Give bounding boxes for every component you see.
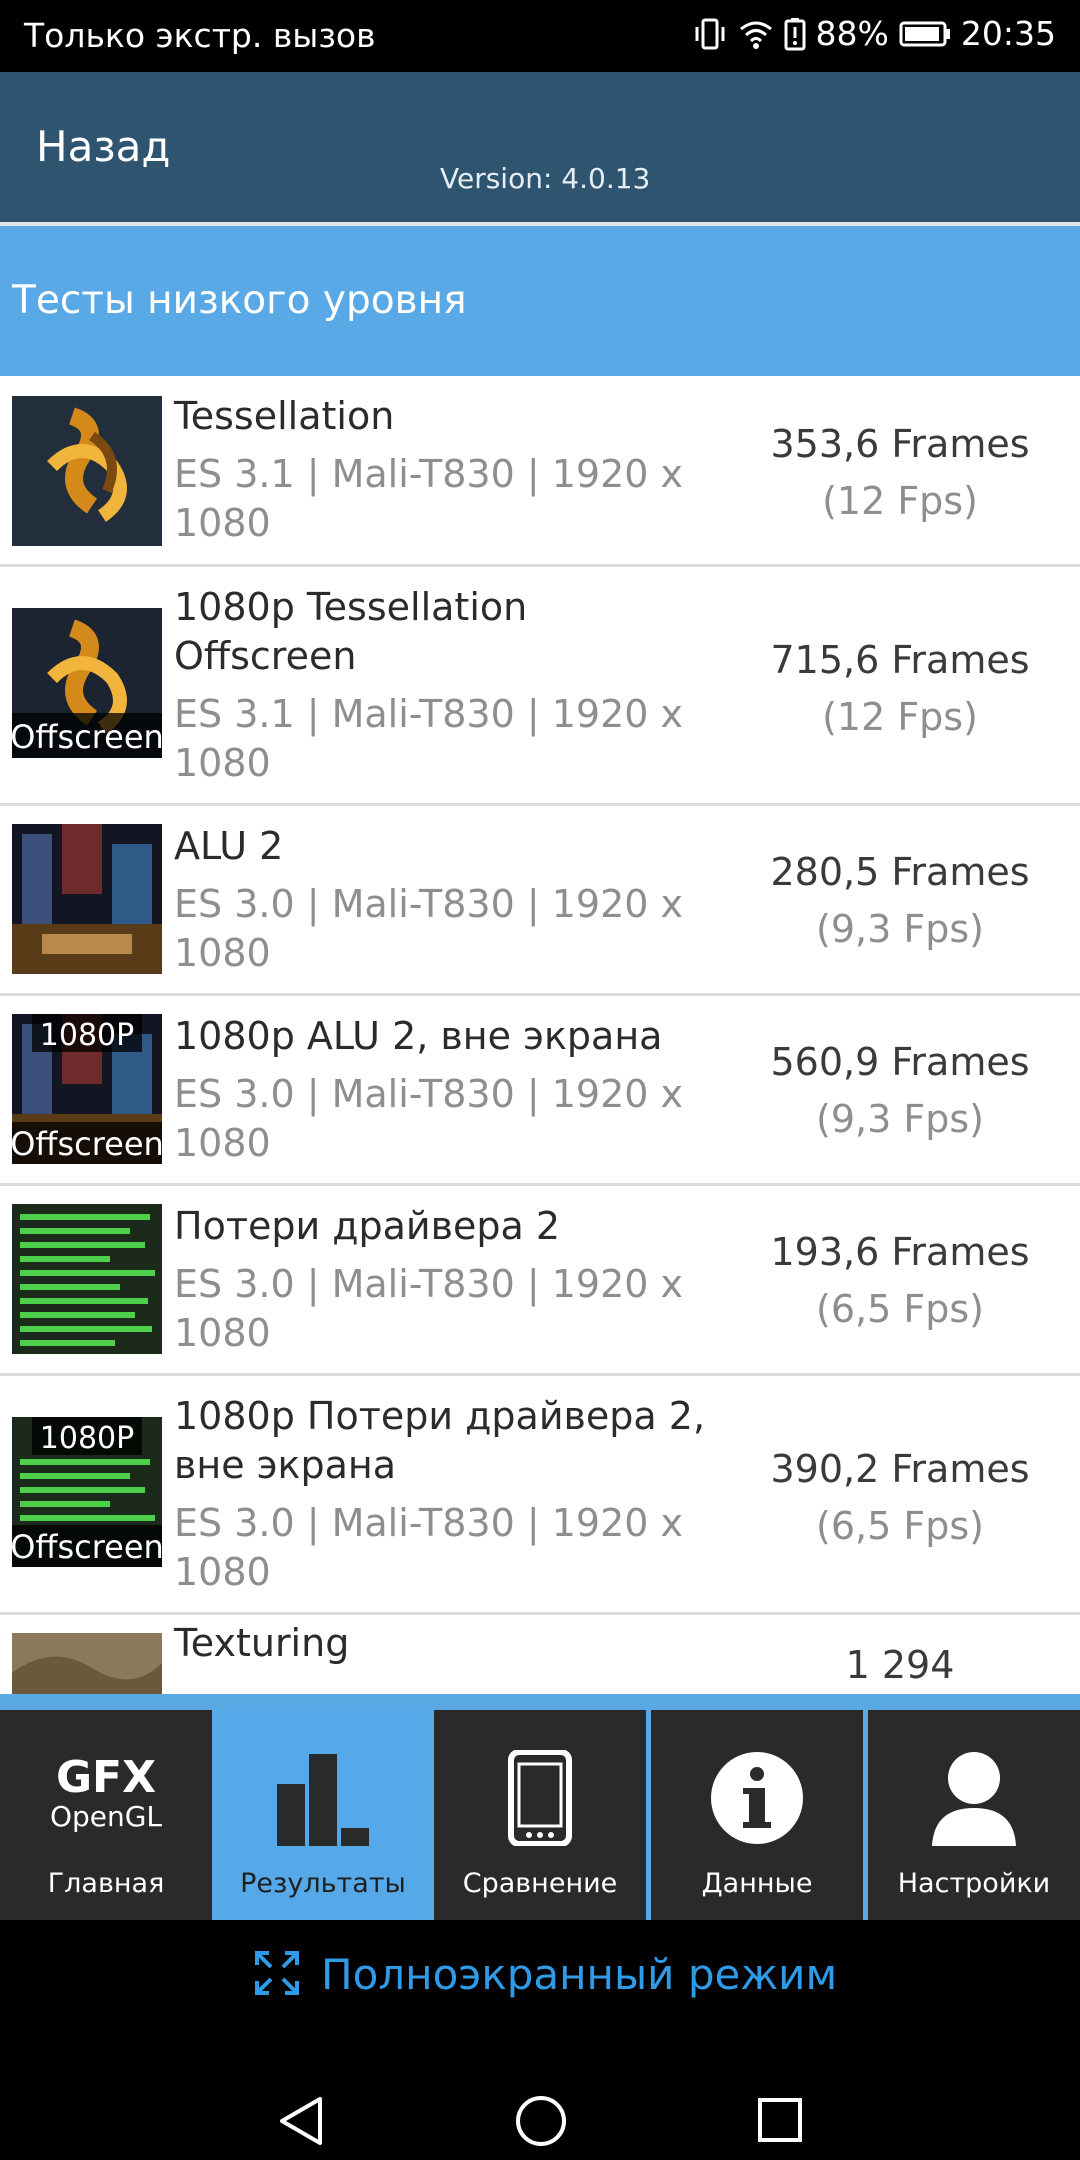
test-title: 1080p Потери драйвера 2, вне экрана bbox=[174, 1394, 706, 1487]
test-score: 715,6 Frames (12 Fps) bbox=[720, 632, 1080, 746]
test-score: 193,6 Frames (6,5 Fps) bbox=[720, 1224, 1080, 1338]
test-subtitle: ES 3.1 | Mali-T830 | 1920 x 1080 bbox=[174, 452, 683, 545]
test-title: Потери драйвера 2 bbox=[174, 1204, 561, 1248]
nav-label: Данные bbox=[701, 1868, 813, 1899]
test-score: 353,6 Frames (12 Fps) bbox=[720, 416, 1080, 530]
frames-value: 193,6 Frames bbox=[770, 1230, 1030, 1274]
fullscreen-bar: Полноэкранный режим bbox=[0, 1920, 1080, 2160]
bottom-nav: GFX OpenGL Главная Результаты Сравнение bbox=[0, 1694, 1080, 1920]
test-score: 560,9 Frames (9,3 Fps) bbox=[720, 1034, 1080, 1148]
test-subtitle: ES 3.0 | Mali-T830 | 1920 x 1080 bbox=[174, 1262, 683, 1355]
frames-value: 390,2 Frames bbox=[770, 1447, 1030, 1491]
frames-value: 560,9 Frames bbox=[770, 1040, 1030, 1084]
texturing-thumb bbox=[12, 1633, 162, 1694]
svg-text:GFX: GFX bbox=[56, 1752, 156, 1803]
wifi-icon bbox=[738, 17, 774, 51]
nav-results[interactable]: Результаты bbox=[217, 1710, 429, 1920]
test-subtitle: ES 3.1 | Mali-T830 | 1920 x 1080 bbox=[174, 692, 683, 785]
test-score: 280,5 Frames (9,3 Fps) bbox=[720, 844, 1080, 958]
fullscreen-icon bbox=[255, 1950, 299, 1999]
app-header: Назад Version: 4.0.13 bbox=[0, 72, 1080, 222]
thumb-badge: Offscreen bbox=[12, 1528, 162, 1566]
section-title: Тесты низкого уровня bbox=[12, 278, 467, 323]
alu2-thumb bbox=[12, 824, 162, 974]
list-item[interactable]: Texturing 1 294 bbox=[0, 1615, 1080, 1694]
user-icon bbox=[868, 1750, 1080, 1846]
results-list[interactable]: Tessellation ES 3.1 | Mali-T830 | 1920 x… bbox=[0, 376, 1080, 1694]
frames-value: 1 294 bbox=[845, 1643, 955, 1687]
nav-label: Настройки bbox=[897, 1868, 1051, 1899]
thumb-badge-top: 1080P bbox=[40, 1018, 134, 1053]
fps-value: (6,5 Fps) bbox=[816, 1287, 984, 1331]
recents-square-icon[interactable] bbox=[756, 2096, 804, 2148]
nav-label: Результаты bbox=[240, 1868, 406, 1899]
list-item[interactable]: 1080P Offscreen 1080p ALU 2, вне экрана … bbox=[0, 996, 1080, 1186]
list-item[interactable]: Offscreen 1080p Tessellation Offscreen E… bbox=[0, 567, 1080, 806]
bar-chart-icon bbox=[217, 1750, 429, 1846]
phone-icon bbox=[434, 1750, 646, 1846]
frames-value: 353,6 Frames bbox=[770, 422, 1030, 466]
fullscreen-button[interactable]: Полноэкранный режим bbox=[255, 1950, 837, 1999]
home-circle-icon[interactable] bbox=[514, 2094, 568, 2152]
fullscreen-label: Полноэкранный режим bbox=[321, 1950, 838, 1999]
clock: 20:35 bbox=[960, 14, 1056, 53]
fps-value: (9,3 Fps) bbox=[816, 1097, 984, 1141]
test-subtitle: ES 3.0 | Mali-T830 | 1920 x 1080 bbox=[174, 882, 683, 975]
frames-value: 280,5 Frames bbox=[770, 850, 1030, 894]
vibrate-icon bbox=[692, 16, 728, 52]
tessellation-thumb bbox=[12, 396, 162, 546]
test-title: ALU 2 bbox=[174, 824, 284, 868]
list-item[interactable]: ALU 2 ES 3.0 | Mali-T830 | 1920 x 1080 2… bbox=[0, 806, 1080, 996]
driver-overhead-offscreen-thumb: 1080P Offscreen bbox=[12, 1417, 162, 1567]
driver-overhead-thumb bbox=[12, 1204, 162, 1354]
fps-value: (6,5 Fps) bbox=[816, 1504, 984, 1548]
info-icon bbox=[651, 1750, 863, 1846]
battery-alert-icon bbox=[784, 17, 806, 51]
status-bar: Только экстр. вызов 88% 20:35 bbox=[0, 0, 1080, 72]
thumb-badge: Offscreen bbox=[12, 1125, 162, 1163]
test-score: 390,2 Frames (6,5 Fps) bbox=[720, 1441, 1080, 1555]
thumb-badge-top: 1080P bbox=[40, 1421, 134, 1456]
frames-value: 715,6 Frames bbox=[770, 638, 1030, 682]
nav-label: Главная bbox=[47, 1868, 165, 1899]
fps-value: (12 Fps) bbox=[822, 479, 978, 523]
svg-text:OpenGL: OpenGL bbox=[50, 1800, 162, 1833]
battery-icon bbox=[899, 20, 951, 48]
test-title: Texturing bbox=[174, 1621, 350, 1665]
tessellation-offscreen-thumb: Offscreen bbox=[12, 608, 162, 758]
battery-percent: 88% bbox=[815, 14, 889, 53]
back-button[interactable]: Назад bbox=[36, 122, 170, 171]
nav-label: Сравнение bbox=[462, 1868, 618, 1899]
list-item[interactable]: Tessellation ES 3.1 | Mali-T830 | 1920 x… bbox=[0, 376, 1080, 567]
list-item[interactable]: Потери драйвера 2 ES 3.0 | Mali-T830 | 1… bbox=[0, 1186, 1080, 1376]
nav-compare[interactable]: Сравнение bbox=[434, 1710, 646, 1920]
version-label: Version: 4.0.13 bbox=[440, 162, 651, 195]
thumb-badge: Offscreen bbox=[12, 718, 162, 756]
nav-settings[interactable]: Настройки bbox=[868, 1710, 1080, 1920]
section-header: Тесты низкого уровня bbox=[0, 226, 1080, 376]
carrier-text: Только экстр. вызов bbox=[24, 16, 376, 55]
test-subtitle: ES 3.0 | Mali-T830 | 1920 x 1080 bbox=[174, 1072, 683, 1165]
nav-home[interactable]: GFX OpenGL Главная bbox=[0, 1710, 212, 1920]
test-score: 1 294 bbox=[720, 1637, 1080, 1694]
test-title: Tessellation bbox=[174, 394, 395, 438]
fps-value: (12 Fps) bbox=[822, 695, 978, 739]
alu2-offscreen-thumb: 1080P Offscreen bbox=[12, 1014, 162, 1164]
back-triangle-icon[interactable] bbox=[276, 2095, 326, 2151]
test-title: 1080p ALU 2, вне экрана bbox=[174, 1014, 663, 1058]
nav-data[interactable]: Данные bbox=[651, 1710, 863, 1920]
gfx-opengl-logo: GFX OpenGL bbox=[0, 1750, 212, 1840]
status-icons: 88% 20:35 bbox=[692, 14, 1056, 53]
test-title: 1080p Tessellation Offscreen bbox=[174, 585, 528, 678]
test-subtitle: ES 3.0 | Mali-T830 | 1920 x 1080 bbox=[174, 1501, 683, 1594]
fps-value: (9,3 Fps) bbox=[816, 907, 984, 951]
list-item[interactable]: 1080P Offscreen 1080p Потери драйвера 2,… bbox=[0, 1376, 1080, 1615]
